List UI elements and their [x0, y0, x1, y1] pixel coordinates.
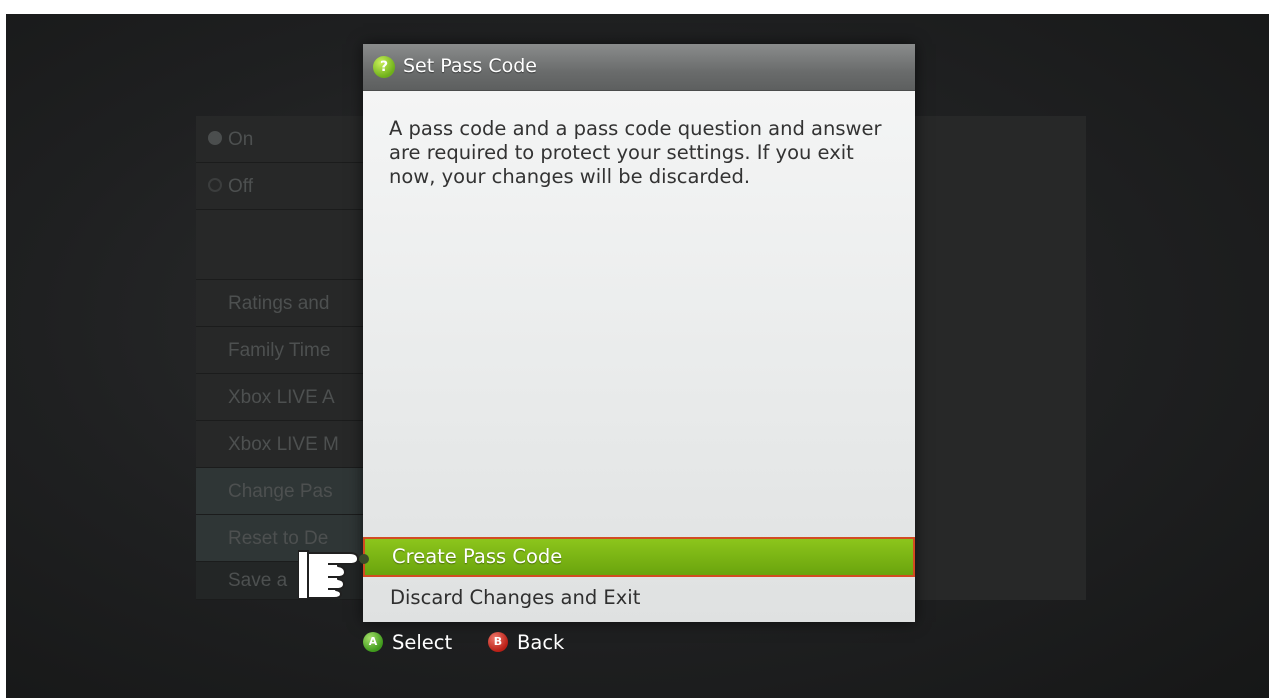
bg-option-on: On	[196, 116, 366, 163]
bg-item-label: Family Time	[228, 340, 331, 361]
back-hint-label: Back	[517, 630, 565, 654]
bg-item-change-pass-code: Change Pas	[196, 468, 366, 515]
bg-item-label: Change Pas	[228, 481, 333, 502]
back-hint: B Back	[488, 629, 564, 655]
discard-changes-option[interactable]: Discard Changes and Exit	[363, 578, 915, 618]
pointing-hand-icon	[298, 550, 369, 599]
dialog-title-bar: ? Set Pass Code	[363, 44, 915, 91]
bg-option-label: Off	[228, 176, 253, 197]
bg-item-ratings: Ratings and	[196, 280, 366, 327]
option-label: Discard Changes and Exit	[390, 586, 641, 609]
bg-item-label: Xbox LIVE A	[228, 387, 335, 408]
bg-item-family-timer: Family Time	[196, 327, 366, 374]
bg-item-label: Ratings and	[228, 293, 330, 314]
help-icon: ?	[373, 56, 395, 78]
bg-spacer-row	[196, 210, 366, 280]
select-hint: A Select	[363, 629, 452, 655]
background-settings-list: On Off Ratings and Family Time Xbox LIVE…	[196, 116, 366, 600]
set-pass-code-dialog: ? Set Pass Code A pass code and a pass c…	[363, 44, 915, 622]
console-screen: On Off Ratings and Family Time Xbox LIVE…	[6, 14, 1269, 698]
select-hint-label: Select	[392, 630, 453, 654]
bg-item-xbox-live-membership: Xbox LIVE M	[196, 421, 366, 468]
bg-option-off: Off	[196, 163, 366, 210]
bg-item-label: Save a	[228, 570, 288, 591]
dialog-title: Set Pass Code	[403, 55, 537, 77]
dialog-body: A pass code and a pass code question and…	[363, 91, 915, 622]
create-pass-code-option[interactable]: Create Pass Code	[363, 537, 915, 577]
radio-empty-icon	[208, 178, 222, 192]
bg-item-xbox-live-access: Xbox LIVE A	[196, 374, 366, 421]
bg-item-label: Xbox LIVE M	[228, 434, 339, 455]
a-button-icon: A	[363, 632, 383, 652]
b-button-icon: B	[488, 632, 508, 652]
dialog-message: A pass code and a pass code question and…	[389, 117, 882, 188]
bg-option-label: On	[228, 129, 254, 150]
option-label: Create Pass Code	[392, 545, 563, 568]
radio-filled-icon	[208, 131, 222, 145]
